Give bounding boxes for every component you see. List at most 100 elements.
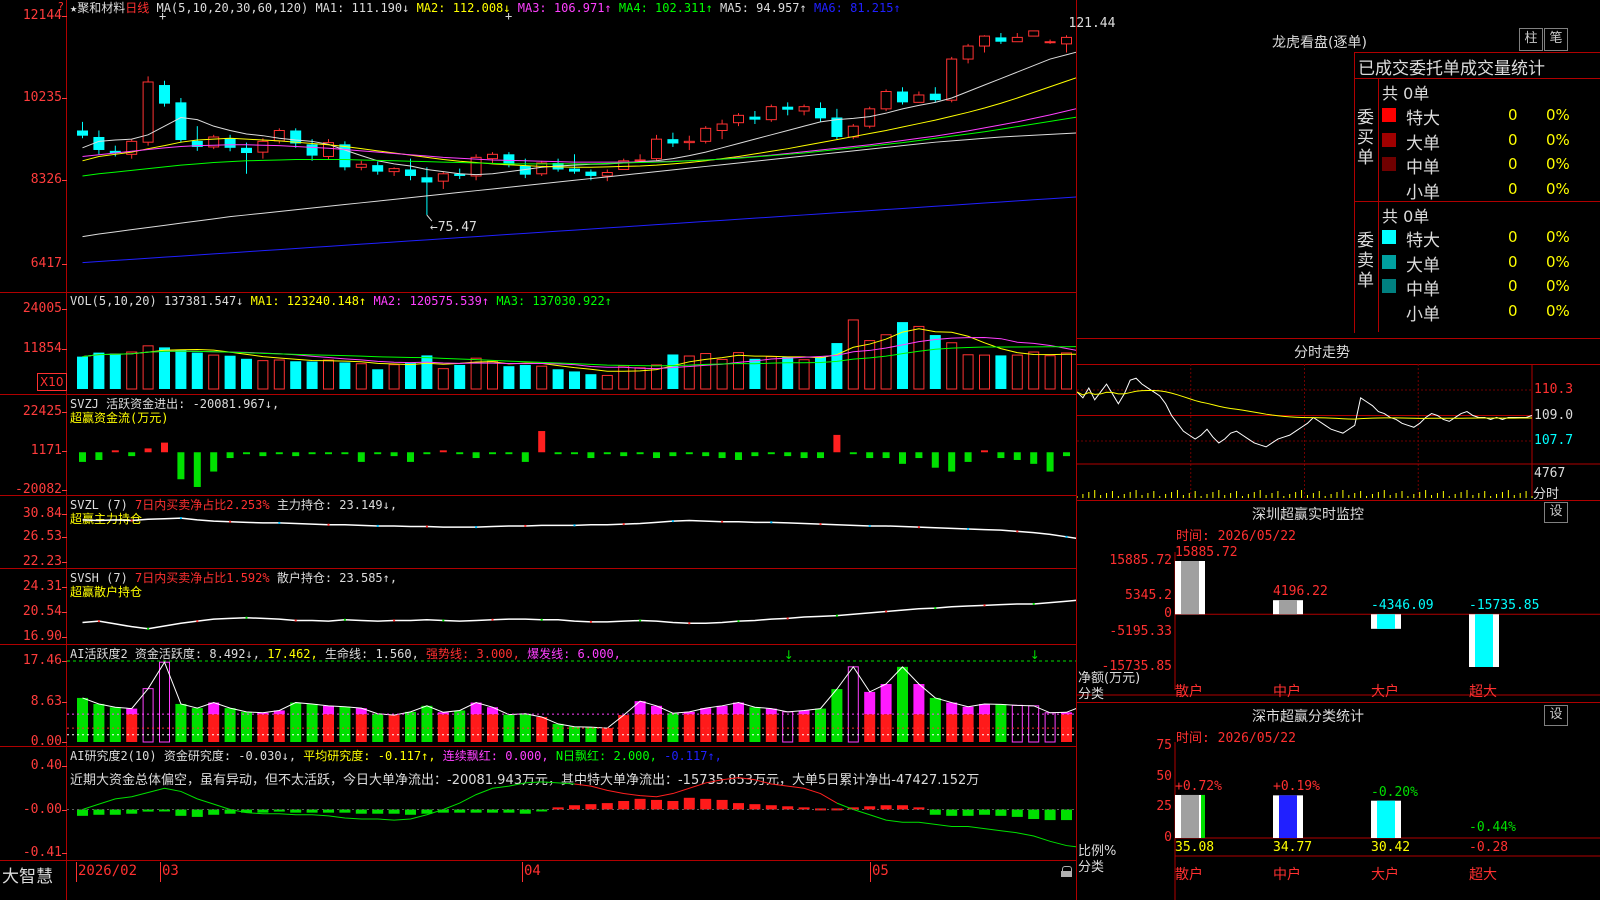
buy-total: 共 0单 [1382, 84, 1430, 103]
buy-row-count: 0 [1508, 179, 1518, 198]
high-price-label: 121.44 [1068, 16, 1116, 31]
volume-bar-up [765, 356, 777, 390]
ai2-chart[interactable]: ↓ ↓ [67, 645, 1076, 745]
research-bar [191, 809, 203, 817]
activity-bar-green [175, 703, 187, 742]
candle-down [815, 107, 826, 119]
activity-bar-magenta [487, 707, 498, 715]
candle-up [1028, 30, 1040, 37]
vol-y-tick [62, 309, 67, 310]
svsh-y-label: 24.31 [22, 579, 62, 594]
candle-up [979, 35, 990, 47]
fundflow-bar [341, 452, 349, 455]
research-bar [995, 809, 1007, 816]
sell-row-count: 0 [1508, 277, 1518, 295]
activity-bar-green [421, 705, 433, 742]
activity-bar-green [224, 708, 236, 742]
tick-mode-button[interactable]: 笔 [1544, 28, 1568, 51]
buy-row-count: 0 [1508, 106, 1518, 124]
fundflow-bar [357, 452, 365, 462]
szs-bar [1181, 794, 1199, 838]
activity-bar-magenta [979, 703, 990, 715]
fundflow-bar [1046, 452, 1054, 472]
volume-bar-down [454, 364, 466, 389]
fundflow-bar [702, 452, 710, 457]
kline-chart[interactable]: + + [67, 0, 1076, 292]
retail-holding-dot [786, 617, 789, 620]
research-bar [585, 804, 597, 810]
retail-holding-dot [97, 620, 100, 623]
volume-bar-up [1061, 352, 1072, 390]
timeline-chart[interactable] [1077, 364, 1600, 498]
buy-row-pct: 0% [1546, 179, 1570, 198]
activity-bar-green [995, 704, 1007, 742]
candle-up [716, 123, 728, 131]
volume-bar-down [815, 356, 826, 389]
svzj-chart[interactable] [67, 395, 1076, 495]
szstat-unit2: 分类 [1078, 860, 1105, 875]
candle-down [93, 136, 105, 150]
activity-bar-red [536, 716, 548, 742]
fundflow-bar [751, 452, 759, 457]
air-y-tick [62, 810, 67, 811]
fundflow-bar [915, 452, 923, 459]
activity-bar-green [831, 689, 843, 742]
candle-up [847, 125, 859, 138]
szm-value-label: 15885.72 [1175, 545, 1238, 560]
research-bar [979, 809, 990, 815]
szs-bar-accent [1201, 794, 1205, 838]
vol-y-label: 24005 [22, 301, 62, 316]
svzj-y-tick [62, 412, 67, 413]
candle-down [77, 130, 88, 136]
bar-mode-button[interactable]: 柱 [1519, 28, 1543, 51]
activity-bar-green [93, 703, 105, 742]
szm-bar [1377, 614, 1395, 629]
szs-category-4: 超大 [1469, 867, 1497, 883]
volume-bar-down [339, 362, 351, 389]
volume-bar-up [880, 334, 892, 390]
sell-legend-square [1382, 230, 1396, 244]
retail-holding-dot [835, 614, 838, 617]
sell-row-pct: 0% [1546, 301, 1570, 320]
fundflow-bar [800, 452, 808, 459]
volume-bar-up [487, 360, 498, 390]
vol-y-label: 11854 [22, 341, 62, 356]
activity-bar-green [191, 708, 203, 742]
ai2-y-tick [62, 742, 67, 743]
svzl-y-label: 26.53 [22, 529, 62, 544]
szm-bar [1279, 600, 1297, 615]
activity-bar-green [109, 707, 121, 742]
candle-down [339, 144, 351, 168]
sell-row-label: 特大 [1406, 231, 1440, 251]
ai-research-chart[interactable] [67, 747, 1076, 860]
candle-down [306, 144, 318, 156]
volume-chart[interactable] [67, 293, 1076, 393]
fundflow-bar [587, 452, 595, 459]
research-bar [126, 809, 138, 814]
svsh-chart[interactable] [67, 569, 1076, 644]
main-holding-dot [868, 524, 871, 527]
research-bar [1061, 809, 1072, 821]
kline-y-label: 8326 [30, 172, 62, 187]
szs-value-label: -0.28 [1469, 840, 1509, 855]
main-holding-dot [622, 523, 625, 526]
right-sep-2 [1077, 500, 1600, 501]
kline-y-tick [62, 98, 67, 99]
research-bar [749, 804, 761, 810]
vol-unit-badge: X10 [37, 373, 67, 391]
lhb-side-divider [1378, 78, 1379, 332]
fundflow-bar [866, 452, 874, 459]
lhb-stats-tab[interactable]: 已成交委托单成交量统计 [1358, 54, 1545, 79]
retail-holding-dot [737, 620, 740, 623]
fundflow-bar [472, 452, 480, 459]
activity-bar-hollow [159, 661, 170, 743]
ai2-y-label: 0.00 [30, 734, 62, 749]
svzl-y-label: 22.23 [22, 554, 62, 569]
research-bar [897, 805, 908, 810]
activity-bar-hollow [142, 688, 154, 743]
svsh-y-label: 20.54 [22, 604, 62, 619]
candle-up [536, 162, 548, 175]
svzl-chart[interactable] [67, 496, 1076, 568]
candle-down [782, 106, 794, 110]
szm-category-1: 散户 [1175, 684, 1203, 700]
